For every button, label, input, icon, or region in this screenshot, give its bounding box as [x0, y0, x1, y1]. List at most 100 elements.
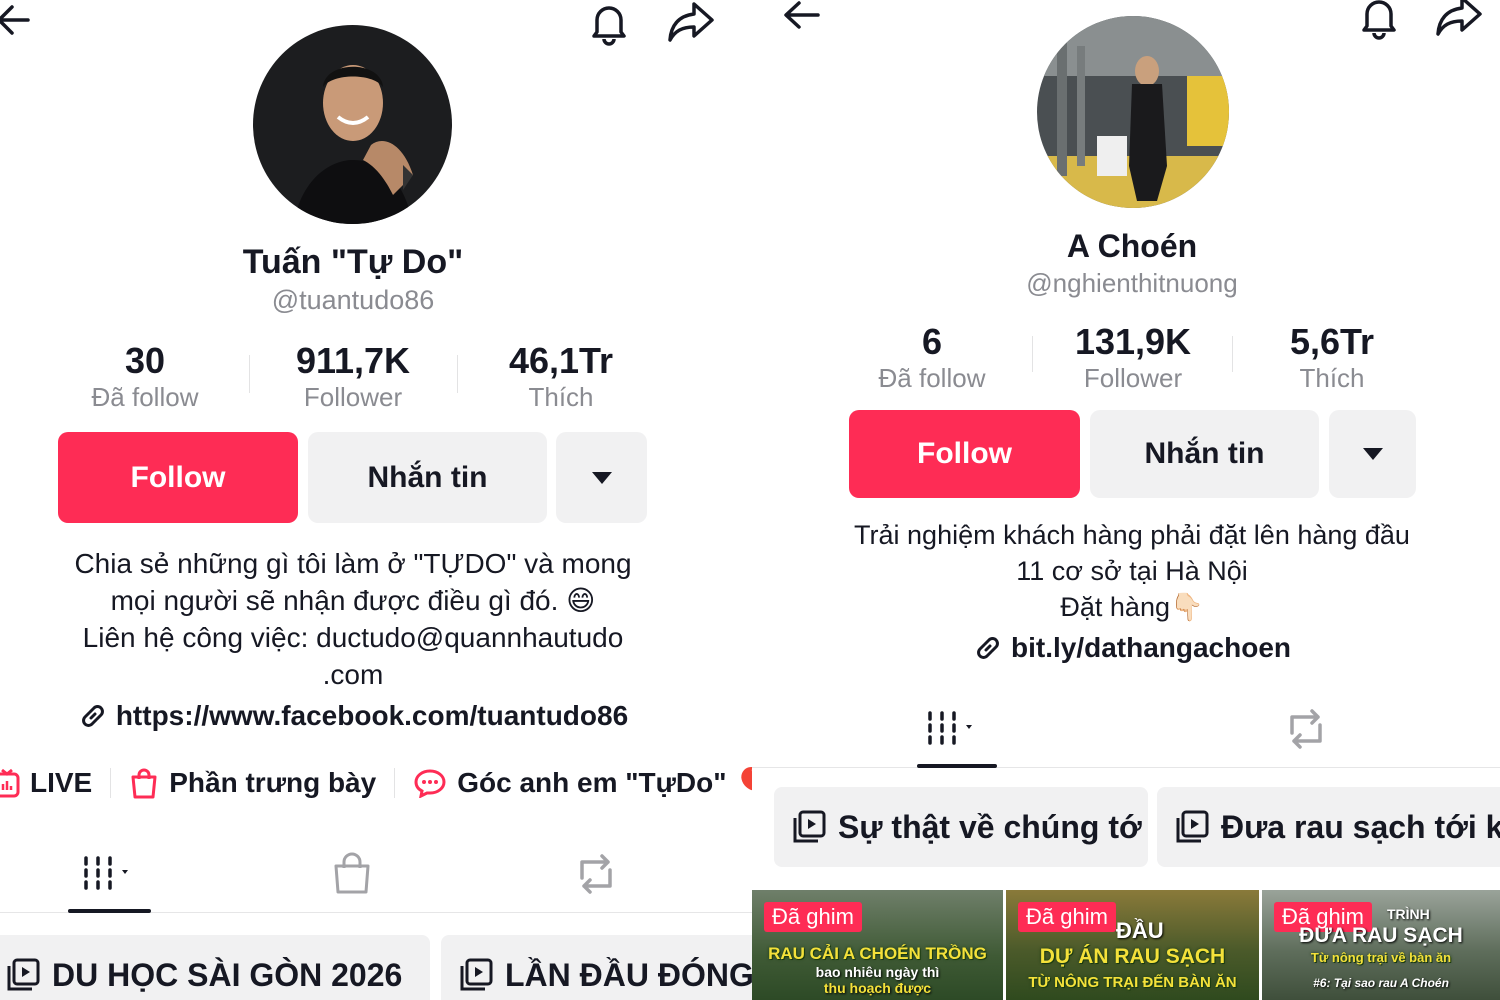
bio-line: 11 cơ sở tại Hà Nội: [1016, 556, 1248, 586]
link-icon: [977, 637, 999, 659]
chat-bubble-icon: [414, 768, 446, 798]
stat-followers[interactable]: 131,9K Follower: [1033, 322, 1233, 394]
back-arrow-icon[interactable]: [780, 0, 824, 34]
bio-line: Đặt hàng👇🏻: [1060, 592, 1204, 622]
chip-label: LIVE: [30, 766, 93, 798]
playlist-card[interactable]: DU HỌC SÀI GÒN 2026: [0, 935, 430, 1000]
profile-link-text: https://www.facebook.com/tuantudo86: [115, 700, 629, 731]
profile-name: Tuấn "Tự Do": [242, 243, 464, 281]
likes-count: 5,6Tr: [1289, 321, 1375, 362]
tab-videos[interactable]: [912, 690, 996, 767]
video-subtitle: #6: Tại sao rau A Choén: [1313, 976, 1449, 990]
bio-line: .com: [322, 659, 384, 690]
share-icon[interactable]: [666, 0, 716, 44]
profile-tabs: [752, 690, 1500, 768]
bell-icon[interactable]: [1356, 0, 1402, 40]
shop-bag-icon: [131, 768, 157, 798]
following-label: Đã follow: [878, 363, 986, 393]
back-arrow-icon[interactable]: [0, 2, 34, 38]
tab-reposts[interactable]: [1264, 690, 1348, 767]
grid-videos-icon: [84, 855, 128, 890]
video-thumbnail[interactable]: Đã ghim TRÌNH ĐƯA RAU SẠCH Từ nông trại …: [1262, 890, 1500, 1000]
profile-link[interactable]: bit.ly/dathangachoen: [752, 632, 1500, 664]
shop-bag-icon: [334, 852, 370, 893]
profile-tabs: [0, 835, 752, 913]
pinned-badge: Đã ghim: [1018, 902, 1116, 932]
stat-likes[interactable]: 5,6Tr Thích: [1232, 322, 1432, 394]
chip-showcase[interactable]: Phần trưng bày: [129, 767, 376, 799]
video-title-top: ĐẦU: [1116, 918, 1164, 943]
video-title: ĐƯA RAU SẠCH: [1299, 924, 1463, 947]
playlist-title: LẦN ĐẦU ĐÓNG: [505, 956, 752, 993]
profile-bio: Chia sẻ những gì tôi làm ở "TỰDO" và mon…: [0, 545, 706, 693]
video-subtitle: bao nhiêu ngày thì: [815, 964, 940, 980]
profile-handle: @tuantudo86: [271, 285, 435, 315]
message-button[interactable]: Nhắn tin: [308, 432, 547, 523]
bio-line: Trải nghiệm khách hàng phải đặt lên hàng…: [854, 520, 1410, 550]
following-count: 30: [124, 340, 166, 381]
profile-handle: @nghienthitnuong: [1026, 268, 1238, 298]
profile-panel-right: A Choén @nghienthitnuong 6 Đã follow 131…: [752, 0, 1500, 1000]
message-button[interactable]: Nhắn tin: [1090, 410, 1319, 498]
tab-active-indicator: [68, 909, 151, 913]
pinned-badge: Đã ghim: [764, 902, 862, 932]
playlist-card[interactable]: Sự thật về chúng tớ: [774, 787, 1148, 867]
playlist-icon: [460, 958, 493, 991]
more-options-button[interactable]: [1329, 410, 1416, 498]
chevron-down-icon: [1362, 448, 1383, 460]
chevron-down-icon: [591, 471, 612, 484]
stat-divider: [249, 355, 250, 393]
video-thumbnail[interactable]: Đã ghim ĐẦU DỰ ÁN RAU SẠCH TỪ NÔNG TRẠI …: [1006, 890, 1259, 1000]
profile-link[interactable]: https://www.facebook.com/tuantudo86: [0, 700, 706, 732]
stat-following[interactable]: 30 Đã follow: [45, 341, 245, 413]
playlist-icon: [793, 810, 826, 843]
more-options-button[interactable]: [556, 432, 647, 523]
chip-label: Phần trưng bày: [169, 766, 377, 798]
follow-button[interactable]: Follow: [58, 432, 298, 523]
following-count: 6: [921, 321, 943, 362]
followers-label: Follower: [303, 382, 403, 412]
profile-panel-left: Tuấn "Tự Do" @tuantudo86 30 Đã follow 91…: [0, 0, 752, 1000]
link-icon: [81, 705, 104, 727]
video-subtitle: Từ nông trại về bàn ăn: [1310, 950, 1452, 965]
stat-divider: [457, 355, 458, 393]
bio-line: mọi người sẽ nhận được điều gì đó. 😄: [110, 585, 596, 616]
playlist-card[interactable]: LẦN ĐẦU ĐÓNG: [441, 935, 752, 1000]
share-icon[interactable]: [1434, 0, 1484, 38]
video-thumbnail[interactable]: Đã ghim RAU CẢI A CHOÉN TRỒNG bao nhiêu …: [752, 890, 1003, 1000]
tab-videos[interactable]: [58, 835, 162, 912]
profile-name: A Choén: [1066, 228, 1198, 264]
live-icon: [0, 768, 20, 797]
avatar[interactable]: [1037, 16, 1229, 208]
avatar[interactable]: [253, 25, 452, 224]
chip-divider: [394, 767, 396, 798]
playlist-icon: [1176, 810, 1209, 843]
bio-line: Liên hệ công việc: ductudo@quannhautudo: [82, 622, 624, 653]
video-title: DỰ ÁN RAU SẠCH: [1039, 945, 1226, 968]
followers-count: 131,9K: [1074, 321, 1192, 362]
playlist-title: Sự thật về chúng tớ: [838, 808, 1142, 845]
video-title-top: TRÌNH: [1387, 906, 1430, 922]
profile-bio: Trải nghiệm khách hàng phải đặt lên hàng…: [752, 517, 1500, 625]
followers-label: Follower: [1083, 363, 1183, 393]
chip-label: Góc anh em "TựDo" 🎈: [457, 767, 752, 798]
profile-chips: LIVE Phần trưng bày Góc anh em "TựDo" 🎈: [0, 766, 752, 799]
follow-button[interactable]: Follow: [849, 410, 1080, 498]
tab-shop[interactable]: [300, 835, 404, 912]
video-subtitle: TỪ NÔNG TRẠI ĐẾN BÀN ĂN: [1028, 974, 1237, 991]
profile-link-text: bit.ly/dathangachoen: [1010, 632, 1292, 663]
playlist-title: DU HỌC SÀI GÒN 2026: [52, 956, 403, 993]
likes-count: 46,1Tr: [508, 340, 614, 381]
bell-icon[interactable]: [586, 0, 632, 46]
tab-reposts[interactable]: [544, 835, 648, 912]
playlist-card[interactable]: Đưa rau sạch tới kh: [1157, 787, 1500, 867]
playlist-icon: [7, 958, 40, 991]
chip-group[interactable]: Góc anh em "TựDo" 🎈: [413, 766, 752, 799]
playlist-title: Đưa rau sạch tới kh: [1221, 808, 1500, 845]
video-title: RAU CẢI A CHOÉN TRỒNG: [768, 944, 987, 963]
bio-line: Chia sẻ những gì tôi làm ở "TỰDO" và mon…: [74, 548, 632, 579]
stat-likes[interactable]: 46,1Tr Thích: [461, 341, 661, 413]
stat-following[interactable]: 6 Đã follow: [832, 322, 1032, 394]
stat-followers[interactable]: 911,7K Follower: [253, 341, 453, 413]
chip-live[interactable]: LIVE: [0, 767, 92, 799]
